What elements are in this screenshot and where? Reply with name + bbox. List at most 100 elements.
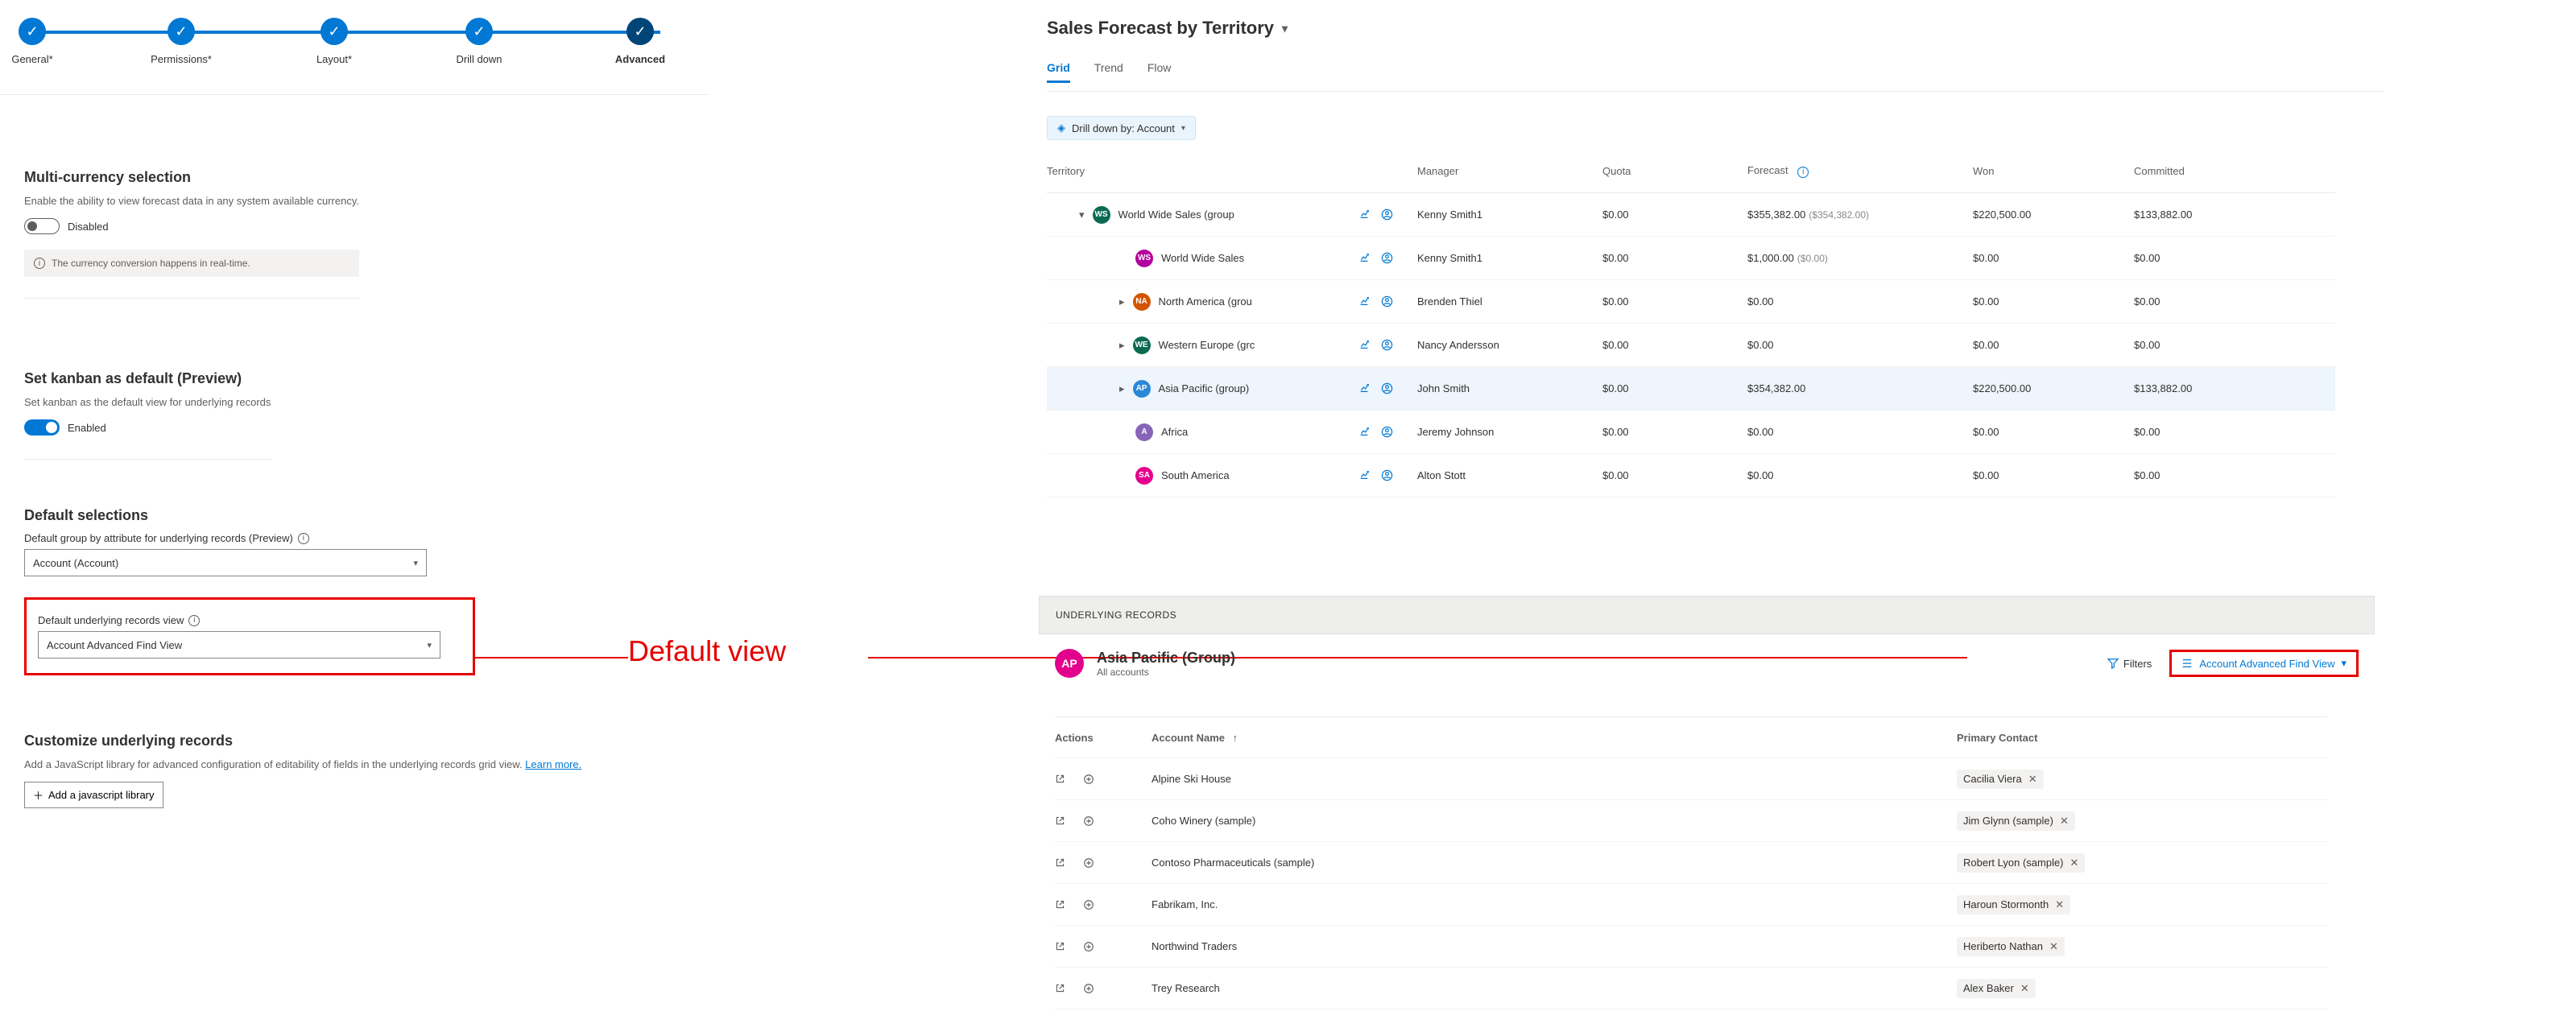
cell-account-name[interactable]: Coho Winery (sample) bbox=[1152, 815, 1957, 827]
table-row[interactable]: AAfricaJeremy Johnson$0.00$0.00$0.00$0.0… bbox=[1047, 411, 2335, 454]
close-icon[interactable]: ✕ bbox=[2060, 815, 2069, 828]
table-row[interactable]: Northwind TradersHeriberto Nathan✕ bbox=[1055, 926, 2327, 968]
step-layout[interactable]: ✓ Layout* bbox=[290, 14, 378, 65]
open-record-icon[interactable] bbox=[1055, 815, 1065, 827]
select-default-group-by[interactable]: Account (Account) ▾ bbox=[24, 549, 427, 576]
col-won[interactable]: Won bbox=[1973, 165, 2134, 177]
open-chart-icon[interactable] bbox=[1358, 469, 1370, 481]
open-chart-icon[interactable] bbox=[1358, 252, 1370, 264]
step-permissions[interactable]: ✓ Permissions* bbox=[137, 14, 225, 65]
cell-committed: $0.00 bbox=[2134, 339, 2295, 351]
cell-account-name[interactable]: Contoso Pharmaceuticals (sample) bbox=[1152, 857, 1957, 869]
contact-chip[interactable]: Heriberto Nathan✕ bbox=[1957, 937, 2065, 956]
contact-chip[interactable]: Cacilia Viera✕ bbox=[1957, 770, 2044, 789]
user-circle-icon[interactable] bbox=[1381, 382, 1393, 394]
cell-won: $0.00 bbox=[1973, 295, 2134, 308]
table-row[interactable]: Contoso Pharmaceuticals (sample)Robert L… bbox=[1055, 842, 2327, 884]
cell-account-name[interactable]: Trey Research bbox=[1152, 982, 1957, 994]
open-record-icon[interactable] bbox=[1055, 899, 1065, 910]
cell-account-name[interactable]: Fabrikam, Inc. bbox=[1152, 898, 1957, 910]
close-icon[interactable]: ✕ bbox=[2070, 857, 2079, 869]
contact-chip[interactable]: Jim Glynn (sample)✕ bbox=[1957, 811, 2075, 831]
table-row[interactable]: Coho Winery (sample)Jim Glynn (sample)✕ bbox=[1055, 800, 2327, 842]
add-activity-icon[interactable] bbox=[1083, 983, 1094, 994]
drill-down-pill[interactable]: ◈ Drill down by: Account ▾ bbox=[1047, 116, 1196, 140]
table-row[interactable]: ▸NANorth America (grouBrenden Thiel$0.00… bbox=[1047, 280, 2335, 324]
toggle-kanban-default[interactable]: Enabled bbox=[24, 419, 106, 436]
user-circle-icon[interactable] bbox=[1381, 252, 1393, 264]
col-manager[interactable]: Manager bbox=[1417, 165, 1602, 177]
open-chart-icon[interactable] bbox=[1358, 295, 1370, 308]
table-row[interactable]: Fabrikam, Inc.Haroun Stormonth✕ bbox=[1055, 884, 2327, 926]
table-row[interactable]: ▾WSWorld Wide Sales (groupKenny Smith1$0… bbox=[1047, 193, 2335, 237]
cell-forecast: $0.00 bbox=[1747, 339, 1973, 351]
add-activity-icon[interactable] bbox=[1083, 941, 1094, 952]
filters-button[interactable]: Filters bbox=[2107, 658, 2152, 670]
user-circle-icon[interactable] bbox=[1381, 339, 1393, 351]
add-activity-icon[interactable] bbox=[1083, 899, 1094, 910]
close-icon[interactable]: ✕ bbox=[2020, 982, 2029, 995]
add-js-library-button[interactable]: ＋ Add a javascript library bbox=[24, 782, 163, 808]
user-circle-icon[interactable] bbox=[1381, 426, 1393, 438]
step-drill-down[interactable]: ✓ Drill down bbox=[435, 14, 523, 65]
open-record-icon[interactable] bbox=[1055, 857, 1065, 869]
col-actions[interactable]: Actions bbox=[1055, 732, 1152, 744]
learn-more-link[interactable]: Learn more. bbox=[525, 758, 581, 770]
add-activity-icon[interactable] bbox=[1083, 857, 1094, 869]
add-activity-icon[interactable] bbox=[1083, 774, 1094, 785]
col-quota[interactable]: Quota bbox=[1602, 165, 1747, 177]
info-icon[interactable]: i bbox=[298, 533, 309, 544]
tab-trend[interactable]: Trend bbox=[1094, 61, 1123, 83]
col-forecast[interactable]: Forecast i bbox=[1747, 164, 1973, 178]
chevron-right-icon[interactable]: ▸ bbox=[1119, 295, 1125, 308]
col-committed[interactable]: Committed bbox=[2134, 165, 2295, 177]
forecast-grid: Territory Manager Quota Forecast i Won C… bbox=[1047, 150, 2335, 497]
open-chart-icon[interactable] bbox=[1358, 382, 1370, 394]
cell-account-name[interactable]: Northwind Traders bbox=[1152, 940, 1957, 952]
territory-name: World Wide Sales (group bbox=[1118, 208, 1234, 221]
cell-primary-contact: Cacilia Viera✕ bbox=[1957, 770, 2279, 789]
forecast-title-dropdown[interactable]: Sales Forecast by Territory ▾ bbox=[1047, 18, 1288, 39]
open-record-icon[interactable] bbox=[1055, 774, 1065, 785]
cell-account-name[interactable]: Alpine Ski House bbox=[1152, 773, 1957, 785]
button-label: Add a javascript library bbox=[48, 789, 155, 801]
toggle-multi-currency[interactable]: Disabled bbox=[24, 218, 109, 234]
chevron-right-icon[interactable]: ▸ bbox=[1119, 382, 1125, 395]
config-stepper: ✓ General* ✓ Permissions* ✓ Layout* ✓ Dr… bbox=[0, 14, 709, 95]
chevron-right-icon[interactable]: ▸ bbox=[1119, 339, 1125, 352]
open-record-icon[interactable] bbox=[1055, 941, 1065, 952]
user-circle-icon[interactable] bbox=[1381, 469, 1393, 481]
tab-grid[interactable]: Grid bbox=[1047, 61, 1070, 83]
step-general[interactable]: ✓ General* bbox=[0, 14, 76, 65]
select-default-underlying-view[interactable]: Account Advanced Find View ▾ bbox=[38, 631, 440, 658]
close-icon[interactable]: ✕ bbox=[2028, 773, 2037, 786]
close-icon[interactable]: ✕ bbox=[2049, 940, 2058, 953]
open-chart-icon[interactable] bbox=[1358, 208, 1370, 221]
contact-chip[interactable]: Haroun Stormonth✕ bbox=[1957, 895, 2070, 914]
toggle-state-label: Disabled bbox=[68, 221, 109, 233]
contact-chip[interactable]: Alex Baker✕ bbox=[1957, 979, 2036, 998]
user-circle-icon[interactable] bbox=[1381, 208, 1393, 221]
add-activity-icon[interactable] bbox=[1083, 815, 1094, 827]
open-chart-icon[interactable] bbox=[1358, 426, 1370, 438]
col-account-name[interactable]: Account Name ↑ bbox=[1152, 732, 1957, 744]
table-row[interactable]: SASouth AmericaAlton Stott$0.00$0.00$0.0… bbox=[1047, 454, 2335, 497]
info-icon[interactable]: i bbox=[1797, 167, 1809, 178]
info-icon[interactable]: i bbox=[188, 615, 200, 626]
contact-chip[interactable]: Robert Lyon (sample)✕ bbox=[1957, 853, 2085, 873]
table-row[interactable]: Alpine Ski HouseCacilia Viera✕ bbox=[1055, 758, 2327, 800]
chevron-down-icon[interactable]: ▾ bbox=[1079, 208, 1085, 221]
table-row[interactable]: Trey ResearchAlex Baker✕ bbox=[1055, 968, 2327, 1009]
table-row[interactable]: WSWorld Wide SalesKenny Smith1$0.00$1,00… bbox=[1047, 237, 2335, 280]
tab-flow[interactable]: Flow bbox=[1147, 61, 1172, 83]
col-territory[interactable]: Territory bbox=[1047, 165, 1417, 177]
close-icon[interactable]: ✕ bbox=[2055, 898, 2064, 911]
table-row[interactable]: ▸APAsia Pacific (group)John Smith$0.00$3… bbox=[1047, 367, 2335, 411]
step-advanced[interactable]: ✓ Advanced bbox=[596, 14, 684, 65]
view-selector[interactable]: Account Advanced Find View ▾ bbox=[2169, 650, 2359, 677]
table-row[interactable]: ▸WEWestern Europe (grcNancy Andersson$0.… bbox=[1047, 324, 2335, 367]
open-record-icon[interactable] bbox=[1055, 983, 1065, 994]
user-circle-icon[interactable] bbox=[1381, 295, 1393, 308]
open-chart-icon[interactable] bbox=[1358, 339, 1370, 351]
col-primary-contact[interactable]: Primary Contact bbox=[1957, 732, 2279, 744]
